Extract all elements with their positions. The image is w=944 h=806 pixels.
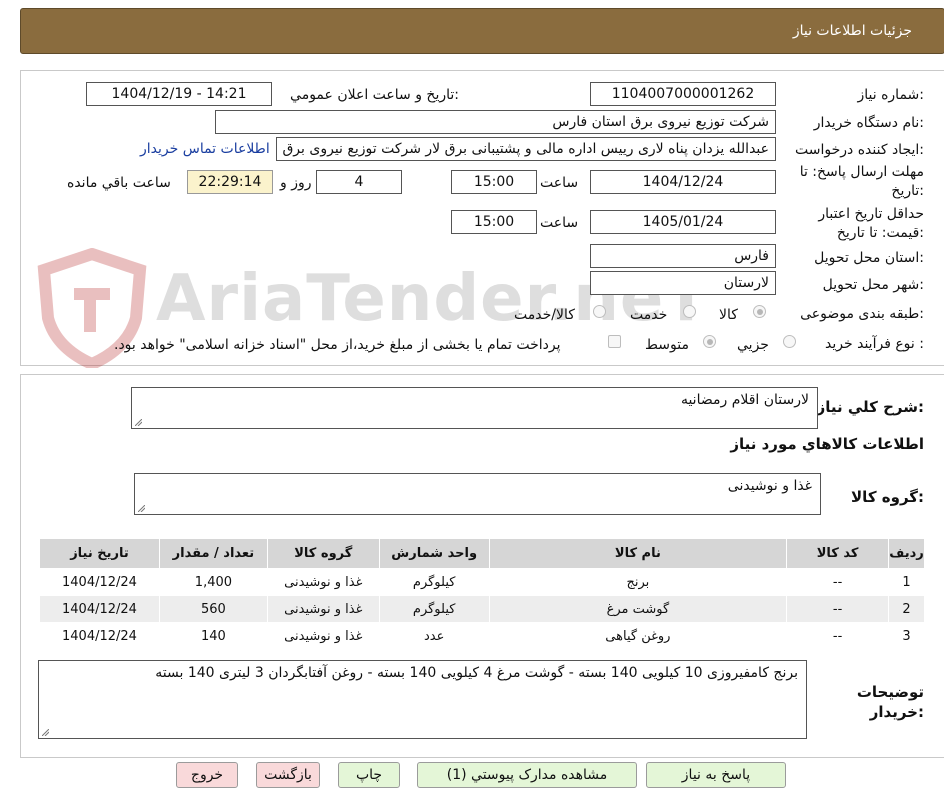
col-header-row: ردیف xyxy=(888,538,925,569)
back-button[interactable]: بازگشت xyxy=(256,762,320,788)
validity-label: حداقل تاریخ اعتبار قیمت: تا تاریخ: xyxy=(818,206,924,241)
page-header: جزئیات اطلاعات نیاز xyxy=(20,8,944,54)
items-table: ردیف کد کالا نام کالا واحد شمارش گروه کا… xyxy=(39,538,925,650)
cell-unit: کیلوگرم xyxy=(378,595,490,623)
treasury-note: پرداخت تمام یا بخشی از مبلغ خرید،از محل … xyxy=(114,337,561,353)
days-remaining-field[interactable]: 4 xyxy=(316,170,402,194)
resize-grip-icon[interactable] xyxy=(135,419,142,426)
deadline-time-field[interactable]: 15:00 xyxy=(451,170,537,194)
cell-date: 1404/12/24 xyxy=(39,568,160,596)
category-option-goods-service: کالا/خدمت xyxy=(514,307,575,323)
cell-unit: عدد xyxy=(378,622,490,650)
summary-label: شرح کلي نياز: xyxy=(816,398,924,416)
group-label: گروه کالا: xyxy=(851,488,924,506)
buyer-notes-field[interactable]: برنج کامفیروزی 10 کیلویی 140 بسته - گوشت… xyxy=(38,660,807,739)
reply-button[interactable]: پاسخ به نیاز xyxy=(646,762,786,788)
cell-code: -- xyxy=(786,622,890,650)
buyer-org-label: نام دستگاه خریدار: xyxy=(813,115,924,131)
resize-grip-icon[interactable] xyxy=(42,729,49,736)
table-row[interactable]: 1 -- برنج کیلوگرم غذا و نوشیدنی 1,400 14… xyxy=(39,568,925,596)
need-number-field[interactable]: 1104007000001262 xyxy=(590,82,776,106)
cell-name: روغن گیاهی xyxy=(488,622,788,650)
cell-name: گوشت مرغ xyxy=(488,595,788,623)
group-text: غذا و نوشیدنی xyxy=(727,478,812,494)
category-radio-goods-service[interactable] xyxy=(593,305,606,318)
validity-time-label: ساعت xyxy=(540,215,579,231)
buyer-notes-label: توضیحات خریدار: xyxy=(856,683,924,721)
cell-code: -- xyxy=(786,568,890,596)
items-title: اطلاعات کالاهاي مورد نياز xyxy=(730,435,924,453)
category-option-service: خدمت xyxy=(630,307,668,323)
cell-group: غذا و نوشیدنی xyxy=(266,568,380,596)
province-field[interactable]: فارس xyxy=(590,244,776,268)
category-label: طبقه بندی موضوعی: xyxy=(800,306,924,322)
items-table-wrap: ردیف کد کالا نام کالا واحد شمارش گروه کا… xyxy=(39,538,925,650)
cell-group: غذا و نوشیدنی xyxy=(266,595,380,623)
cell-row: 2 xyxy=(888,595,925,623)
process-label: نوع فرآیند خرید : xyxy=(825,336,924,352)
cell-qty: 560 xyxy=(158,595,268,623)
deadline-label: مهلت ارسال پاسخ: تا تاریخ: xyxy=(799,164,924,199)
exit-button[interactable]: خروج xyxy=(176,762,238,788)
col-header-name: نام کالا xyxy=(488,538,788,569)
process-radio-medium[interactable] xyxy=(703,335,716,348)
view-attachments-button[interactable]: مشاهده مدارک پیوستي (1) xyxy=(417,762,637,788)
category-option-goods: کالا xyxy=(719,307,738,323)
table-header-row: ردیف کد کالا نام کالا واحد شمارش گروه کا… xyxy=(39,538,925,569)
need-number-label: شماره نیاز: xyxy=(857,87,924,103)
remaining-label: ساعت باقي مانده xyxy=(67,175,171,191)
col-header-code: کد کالا xyxy=(786,538,890,569)
cell-group: غذا و نوشیدنی xyxy=(266,622,380,650)
cell-qty: 140 xyxy=(158,622,268,650)
city-label: شهر محل تحویل: xyxy=(822,277,924,293)
deadline-time-label: ساعت xyxy=(540,175,579,191)
process-option-minor: جزیي xyxy=(737,337,769,353)
cell-date: 1404/12/24 xyxy=(39,595,160,623)
treasury-checkbox[interactable] xyxy=(608,335,621,348)
days-label: روز و xyxy=(280,175,312,191)
buyer-org-field[interactable]: شرکت توزیع نیروی برق استان فارس xyxy=(215,110,776,134)
creator-label: ایجاد کننده درخواست: xyxy=(795,142,924,158)
print-button[interactable]: چاپ xyxy=(338,762,400,788)
cell-unit: کیلوگرم xyxy=(378,568,490,596)
page-title: جزئیات اطلاعات نیاز xyxy=(792,23,912,39)
deadline-date-field[interactable]: 1404/12/24 xyxy=(590,170,776,194)
remaining-time-field: 22:29:14 xyxy=(187,170,273,194)
summary-field[interactable]: لارستان اقلام رمضانیه xyxy=(131,387,818,429)
cell-row: 3 xyxy=(888,622,925,650)
announce-label: تاریخ و ساعت اعلان عمومي: xyxy=(290,87,459,103)
creator-field[interactable]: عبدالله یزدان پناه لاری رییس اداره مالی … xyxy=(276,137,776,161)
resize-grip-icon[interactable] xyxy=(138,505,145,512)
category-radio-service[interactable] xyxy=(683,305,696,318)
cell-qty: 1,400 xyxy=(158,568,268,596)
cell-code: -- xyxy=(786,595,890,623)
validity-time-field[interactable]: 15:00 xyxy=(451,210,537,234)
col-header-unit: واحد شمارش xyxy=(378,538,490,569)
cell-date: 1404/12/24 xyxy=(39,622,160,650)
validity-date-field[interactable]: 1405/01/24 xyxy=(590,210,776,234)
col-header-date: تاریخ نیاز xyxy=(39,538,160,569)
col-header-group: گروه کالا xyxy=(266,538,380,569)
cell-row: 1 xyxy=(888,568,925,596)
announce-field[interactable]: 1404/12/19 - 14:21 xyxy=(86,82,272,106)
province-label: استان محل تحویل: xyxy=(814,250,924,266)
summary-text: لارستان اقلام رمضانیه xyxy=(680,392,809,408)
buyer-notes-text: برنج کامفیروزی 10 کیلویی 140 بسته - گوشت… xyxy=(155,665,798,681)
process-option-medium: متوسط xyxy=(645,337,689,353)
group-field[interactable]: غذا و نوشیدنی xyxy=(134,473,821,515)
cell-name: برنج xyxy=(488,568,788,596)
col-header-qty: تعداد / مقدار xyxy=(158,538,268,569)
city-field[interactable]: لارستان xyxy=(590,271,776,295)
table-row[interactable]: 2 -- گوشت مرغ کیلوگرم غذا و نوشیدنی 560 … xyxy=(39,595,925,623)
process-radio-minor[interactable] xyxy=(783,335,796,348)
category-radio-goods[interactable] xyxy=(753,305,766,318)
buyer-contact-link[interactable]: اطلاعات تماس خریدار xyxy=(140,141,270,157)
table-row[interactable]: 3 -- روغن گیاهی عدد غذا و نوشیدنی 140 14… xyxy=(39,622,925,650)
